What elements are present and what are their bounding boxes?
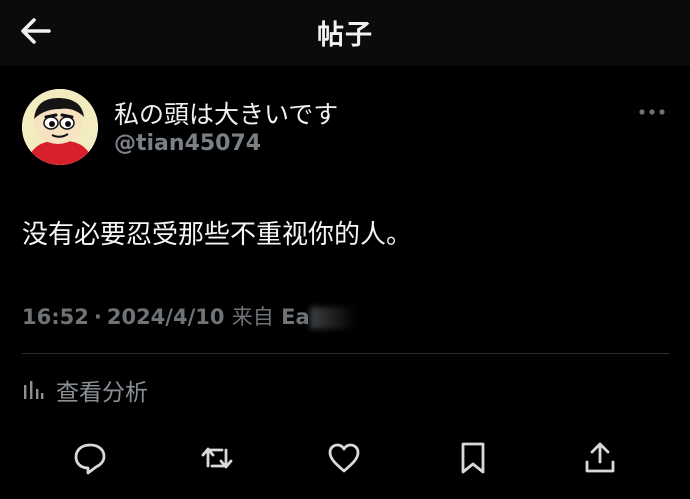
more-options-button[interactable] <box>636 100 668 124</box>
post-source-prefix: 来自 <box>231 305 274 329</box>
more-horizontal-icon <box>639 109 665 115</box>
bookmark-icon <box>461 442 485 474</box>
post-date: 2024/4/10 <box>106 305 225 329</box>
share-icon <box>585 442 615 473</box>
heart-icon <box>328 443 360 473</box>
user-handle[interactable]: @tian45074 <box>114 131 261 156</box>
bookmark-button[interactable] <box>455 440 491 476</box>
analytics-label: 查看分析 <box>56 380 148 406</box>
repost-icon <box>201 447 233 469</box>
reply-button[interactable] <box>72 440 108 476</box>
post-source: Ea <box>281 305 310 329</box>
post-time: 16:52 <box>22 305 89 329</box>
share-button[interactable] <box>582 440 618 476</box>
analytics-icon <box>24 381 44 399</box>
page-title: 帖子 <box>317 20 373 51</box>
meta-separator: · <box>93 305 102 329</box>
repost-button[interactable] <box>199 440 235 476</box>
view-analytics-button[interactable]: 查看分析 <box>22 373 148 407</box>
display-name[interactable]: 私の頭は大きいです <box>114 95 338 131</box>
post-text: 没有必要忍受那些不重视你的人。 <box>22 220 413 250</box>
avatar-image <box>22 89 98 165</box>
reply-icon <box>74 443 106 475</box>
divider <box>22 353 669 354</box>
like-button[interactable] <box>326 440 362 476</box>
blurred-source <box>309 307 356 329</box>
post-meta: 16:52 · 2024/4/10 来自 Ea <box>22 301 356 331</box>
top-bar: 帖子 <box>0 0 690 66</box>
avatar[interactable] <box>22 89 98 165</box>
